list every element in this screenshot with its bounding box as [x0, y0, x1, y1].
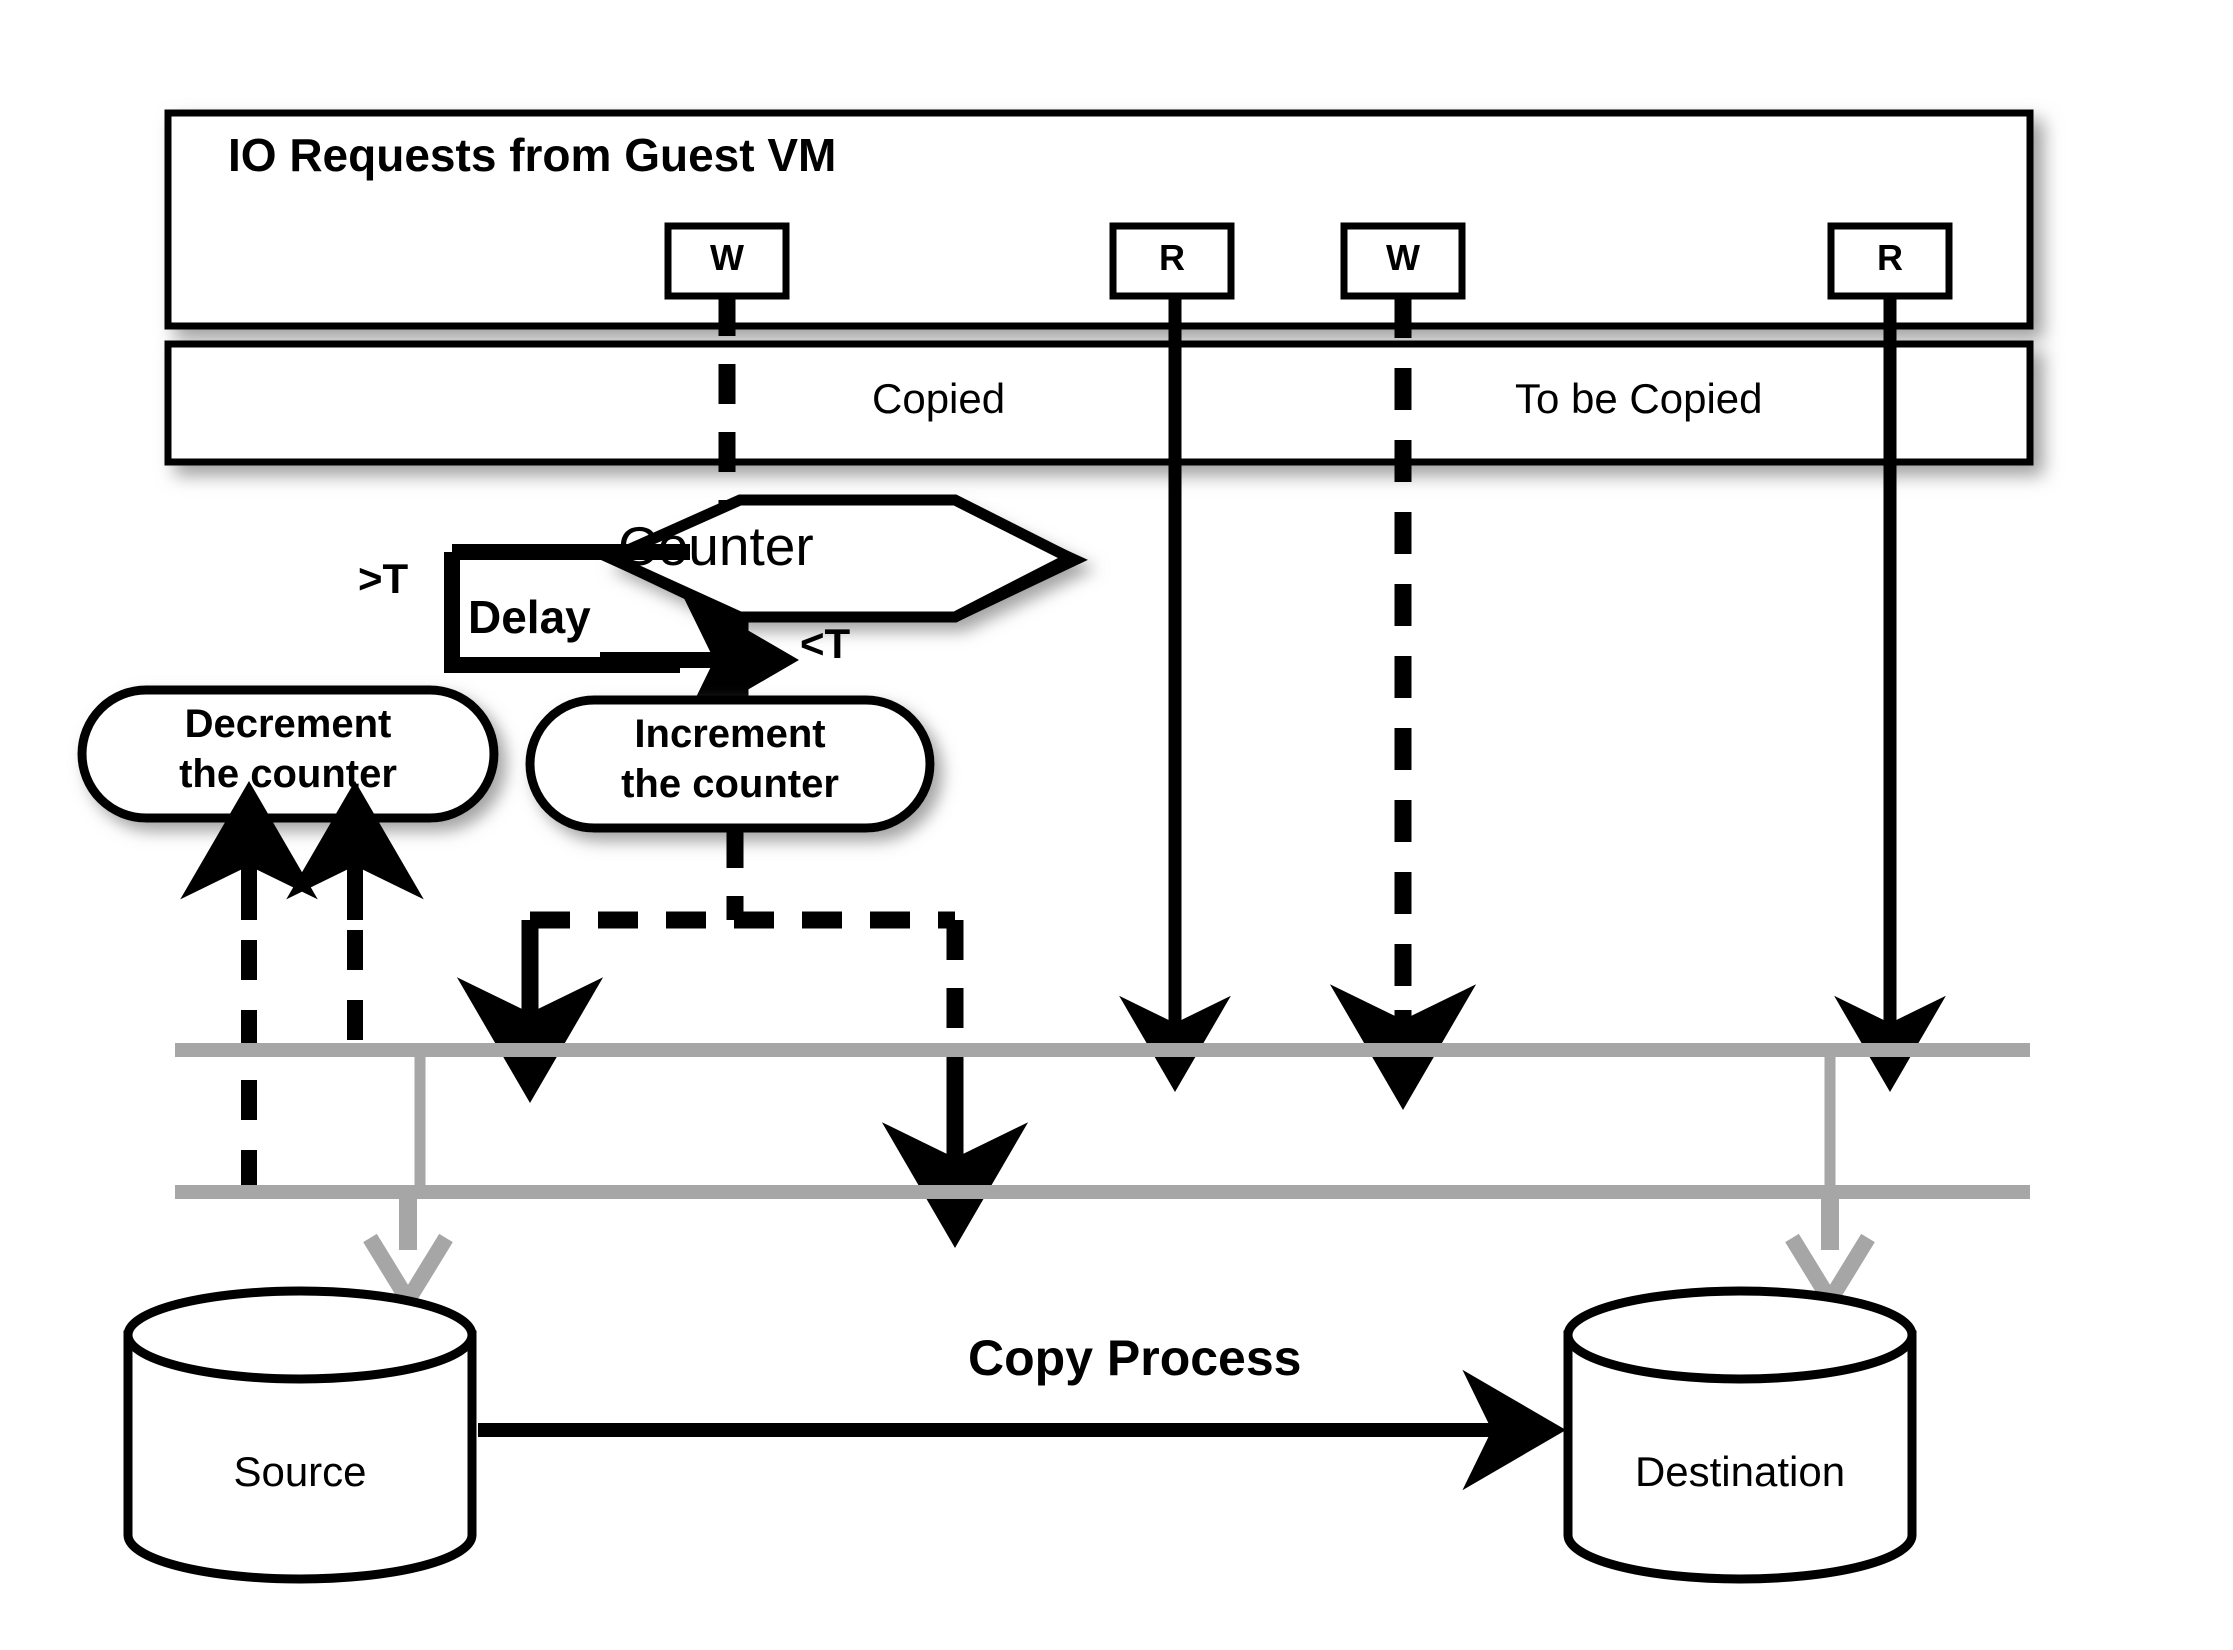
io-request-label-r1[interactable]: R: [1113, 237, 1231, 278]
source-label: Source: [233, 1448, 367, 1495]
destination-cylinder: [1563, 1286, 1917, 1584]
delay-label: Delay: [468, 591, 591, 643]
copy-process-label: Copy Process: [968, 1330, 1302, 1386]
page-title: IO Requests from Guest VM: [228, 129, 837, 181]
io-request-label-w1[interactable]: W: [668, 237, 786, 278]
diagram-canvas: IO Requests from Guest VM W R W R Copied…: [0, 0, 2233, 1650]
increment-line-2: the counter: [621, 762, 839, 806]
decrement-line-2: the counter: [179, 752, 397, 796]
upper-gray-bar: [175, 1043, 2030, 1057]
to-be-copied-label: To be Copied: [1515, 375, 1763, 422]
gray-arrow-to-source: [363, 1199, 453, 1316]
increment-output-path: [456, 828, 1029, 1249]
source-cylinder: [123, 1286, 477, 1584]
decrement-line-1: Decrement: [184, 702, 392, 746]
branch-greater-label: >T: [358, 555, 409, 602]
copied-label: Copied: [872, 375, 1006, 422]
counter-label: Counter: [618, 515, 814, 577]
branch-less-label: <T: [800, 620, 851, 667]
gray-arrow-to-destination: [1785, 1199, 1875, 1316]
io-request-label-r2[interactable]: R: [1831, 237, 1949, 278]
lower-gray-bar: [175, 1185, 2030, 1199]
increment-line-1: Increment: [634, 712, 826, 756]
destination-label: Destination: [1634, 1448, 1846, 1495]
decrement-feedback-arrows: [180, 780, 424, 1192]
io-request-label-w2[interactable]: W: [1344, 237, 1462, 278]
